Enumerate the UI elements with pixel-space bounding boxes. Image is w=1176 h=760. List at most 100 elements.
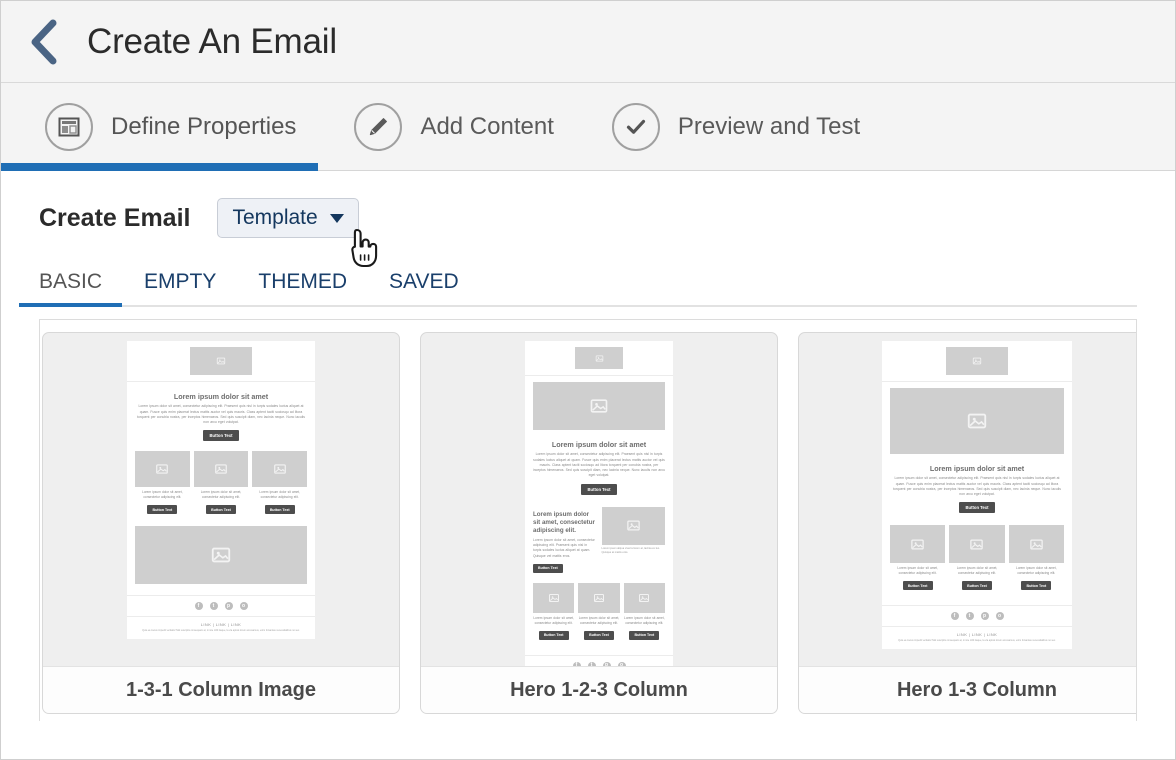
create-email-app: Create An Email Define Properties Add Co… (0, 0, 1176, 760)
mock-social-row: f t p o (127, 595, 315, 618)
mock-button[interactable]: Button Text (958, 502, 996, 514)
mock-hero-image (127, 524, 315, 590)
mock-column-text: Lorem ipsum dolor sit amet, consectetur … (142, 490, 183, 500)
template-card-label: 1-3-1 Column Image (43, 666, 399, 713)
logo-placeholder-icon (946, 347, 1008, 375)
mock-column: Lorem ipsum dolor sit amet, consectetur … (578, 582, 620, 644)
tab-themed[interactable]: THEMED (258, 270, 347, 305)
mock-body: Lorem ipsum dolor sit amet, consectetur … (893, 476, 1061, 497)
mock-button[interactable]: Button Text (580, 483, 618, 495)
step-active-indicator (1, 163, 319, 171)
mock-button[interactable]: Button Text (533, 563, 563, 573)
image-placeholder-icon (623, 582, 665, 613)
facebook-icon[interactable]: f (194, 602, 203, 611)
mock-column-text: Lorem ipsum dolor sit amet, consectetur … (533, 615, 574, 625)
mock-button[interactable]: Button Text (538, 630, 569, 640)
mock-button[interactable]: Button Text (1021, 581, 1052, 591)
mock-heading: Lorem ipsum dolor sit amet (929, 464, 1025, 473)
template-preview: Lorem ipsum dolor sit amet Lorem ipsum d… (799, 333, 1136, 666)
check-circle-icon (611, 102, 660, 151)
instagram-icon[interactable]: o (239, 602, 248, 611)
image-placeholder-icon (949, 525, 1005, 564)
mock-fineprint: Quis ea metus impedit veritatis! Nisl su… (142, 629, 300, 633)
mock-body: Lorem ipsum dolor sit amet, consectetur … (533, 452, 665, 478)
tab-saved[interactable]: SAVED (389, 270, 459, 305)
mock-body: Lorem ipsum dolor sit amet, consectetur … (137, 404, 305, 425)
mock-heading: Lorem ipsum dolor sit amet (173, 392, 269, 401)
template-dropdown-button[interactable]: Template (217, 198, 359, 238)
template-card-hero-1-2-3-column[interactable]: Lorem ipsum dolor sit amet Lorem ipsum d… (420, 332, 778, 714)
section-title: Create Email (39, 203, 191, 232)
mock-body: Lorem ipsum dolor sit amet, consectetur … (533, 537, 595, 558)
mock-three-columns: Lorem ipsum dolor sit amet, consectetur … (525, 581, 673, 650)
mock-column-text: Lorem ipsum dolor sit amet, consectetur … (1016, 566, 1057, 576)
step-navigation: Define Properties Add Content Preview an… (1, 83, 1175, 171)
email-mock: Lorem ipsum dolor sit amet Lorem ipsum d… (525, 341, 673, 666)
image-placeholder-icon (135, 451, 190, 488)
mock-column: Lorem ipsum dolor sit amet, consectetur … (193, 451, 249, 518)
template-card-1-3-1-column-image[interactable]: Lorem ipsum dolor sit amet Lorem ipsum d… (42, 332, 400, 714)
email-mock: Lorem ipsum dolor sit amet Lorem ipsum d… (882, 341, 1072, 649)
twitter-icon[interactable]: t (965, 612, 974, 621)
mock-button[interactable]: Button Text (629, 630, 660, 640)
mock-heading: Lorem ipsum dolor sit amet (551, 440, 647, 449)
mock-column: Lorem ipsum dolor sit amet, consectetur … (533, 507, 597, 575)
template-card-hero-1-3-column[interactable]: Lorem ipsum dolor sit amet Lorem ipsum d… (798, 332, 1136, 714)
pinterest-icon[interactable]: p (980, 612, 989, 621)
twitter-icon[interactable]: t (209, 602, 218, 611)
image-placeholder-icon (193, 451, 249, 488)
mock-column-text: Lorem ipsum dolor sit amet, consectetur … (200, 490, 242, 500)
tab-basic[interactable]: BASIC (18, 270, 123, 307)
create-email-toolbar: Create Email Template (39, 197, 1137, 268)
mock-hero-text: Lorem ipsum dolor sit amet Lorem ipsum d… (882, 464, 1072, 523)
mock-social-row: f t p o (882, 605, 1072, 628)
email-mock: Lorem ipsum dolor sit amet Lorem ipsum d… (127, 341, 315, 639)
facebook-icon[interactable]: f (950, 612, 959, 621)
mock-heading: Lorem ipsum dolor sit amet, consectetur … (533, 510, 595, 534)
mock-fineprint: Quis ea metus impedit veritatis! Nisl su… (898, 639, 1056, 643)
mock-column: Lorem ipsum dolor sit amet, consectetur … (252, 451, 308, 518)
logo-placeholder-icon (190, 347, 252, 375)
template-list-scroll[interactable]: Lorem ipsum dolor sit amet Lorem ipsum d… (39, 319, 1137, 721)
mock-hero-text: Lorem ipsum dolor sit amet Lorem ipsum d… (127, 382, 315, 451)
instagram-icon[interactable]: o (995, 612, 1004, 621)
mock-column-text: Lorem ipsum dolor sit amet, consectetur … (578, 615, 620, 625)
mock-button[interactable]: Button Text (584, 630, 614, 640)
mock-two-column: Lorem ipsum dolor sit amet, consectetur … (525, 505, 673, 581)
mock-button[interactable]: Button Text (264, 505, 295, 515)
mock-column-text: Lorem ipsum dolor sit amet, consectetur … (259, 490, 300, 500)
mock-button[interactable]: Button Text (202, 430, 240, 442)
pinterest-icon[interactable]: p (224, 602, 233, 611)
mock-logo-row (882, 341, 1072, 382)
step-label: Define Properties (111, 112, 297, 140)
template-card-label: Hero 1-2-3 Column (421, 666, 777, 713)
chevron-left-icon[interactable] (23, 19, 63, 65)
mock-column: Lorem ipsum dolor sit amet, consectetur … (135, 451, 190, 518)
step-add-content[interactable]: Add Content (350, 83, 557, 170)
image-placeholder-icon (890, 525, 946, 564)
image-placeholder-icon (601, 506, 665, 545)
image-placeholder-icon (533, 582, 575, 613)
image-placeholder-icon (135, 526, 307, 585)
image-placeholder-icon (533, 382, 665, 430)
step-label: Add Content (420, 112, 554, 140)
step-preview-and-test[interactable]: Preview and Test (608, 83, 864, 170)
layout-properties-icon (45, 102, 93, 151)
mock-button[interactable]: Button Text (147, 505, 178, 515)
mock-button[interactable]: Button Text (206, 505, 236, 515)
mock-logo-row (525, 341, 673, 376)
mock-column-text: Lorem ipsum dolor sit amet, consectetur … (897, 566, 938, 576)
template-preview: Lorem ipsum dolor sit amet Lorem ipsum d… (421, 333, 777, 666)
mock-caption: Lorem ipsum aliqua viverra lorem at, lac… (601, 546, 660, 554)
main-content: Create Email Template BASIC EMPTY THEMED… (1, 171, 1175, 721)
mock-hero-text: Lorem ipsum dolor sit amet Lorem ipsum d… (525, 440, 673, 505)
tab-empty[interactable]: EMPTY (144, 270, 216, 305)
mock-button[interactable]: Button Text (902, 581, 933, 591)
mock-button[interactable]: Button Text (962, 581, 992, 591)
mock-column-text: Lorem ipsum dolor sit amet, consectetur … (956, 566, 998, 576)
step-define-properties[interactable]: Define Properties (1, 83, 319, 171)
mock-three-columns: Lorem ipsum dolor sit amet, consectetur … (882, 523, 1072, 600)
mock-footer-links: LINK | LINK | LINK (200, 622, 242, 628)
mock-logo-row (127, 341, 315, 382)
image-placeholder-icon (890, 388, 1064, 454)
